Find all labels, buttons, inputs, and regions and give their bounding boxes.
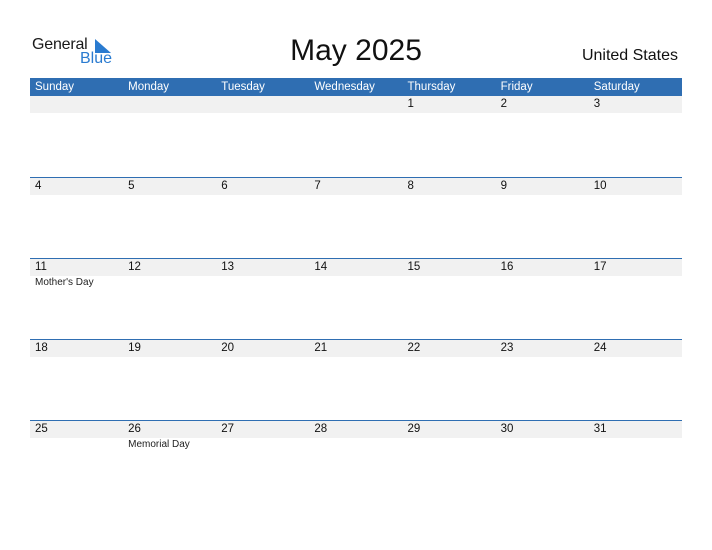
day-number: 15: [407, 261, 421, 273]
day-number: [309, 96, 402, 113]
day-number: [216, 96, 309, 113]
day-number: 14: [314, 261, 328, 273]
date-strip: 11 12 13 14 15 16 17: [30, 259, 682, 276]
day-number: 19: [128, 342, 141, 354]
holiday-label: [30, 438, 123, 451]
day-number: 3: [593, 98, 601, 110]
day-number: 30: [500, 423, 514, 435]
holiday-label: [216, 438, 309, 451]
week-separator: [30, 177, 682, 178]
holiday-label: Mother's Day: [35, 277, 94, 288]
day-number: 25: [35, 423, 48, 435]
weekday-monday: Monday: [128, 81, 170, 93]
week-row: 25 26 27 28 29 30 31 Memorial Day: [30, 420, 682, 502]
day-number: 17: [593, 261, 607, 273]
day-number: 4: [35, 180, 42, 192]
date-strip: 1 2 3: [30, 96, 682, 113]
day-number: [123, 96, 216, 113]
calendar-grid: Sunday Monday Tuesday Wednesday Thursday…: [30, 78, 682, 502]
day-number: 24: [593, 342, 607, 354]
holiday-label: [589, 276, 682, 289]
holiday-label: [403, 276, 496, 289]
weekday-saturday: Saturday: [593, 81, 640, 93]
week-row: 18 19 20 21 22 23 24: [30, 339, 682, 421]
day-number: 9: [500, 180, 508, 192]
day-number: 28: [314, 423, 328, 435]
date-strip: 25 26 27 28 29 30 31: [30, 421, 682, 438]
events-row: Mother's Day: [30, 276, 682, 289]
day-number: 31: [593, 423, 607, 435]
weekday-wednesday: Wednesday: [314, 81, 375, 93]
week-separator: [30, 420, 682, 421]
day-number: 23: [500, 342, 514, 354]
day-number: 7: [314, 180, 321, 192]
day-number: 8: [407, 180, 414, 192]
day-number: 10: [593, 180, 607, 192]
holiday-label: [589, 438, 682, 451]
events-row: Memorial Day: [30, 438, 682, 451]
day-number: 6: [221, 180, 228, 192]
country-label: United States: [581, 47, 678, 64]
weekday-sunday: Sunday: [35, 81, 75, 93]
date-strip: 4 5 6 7 8 9 10: [30, 178, 682, 195]
holiday-label: [216, 276, 309, 289]
date-strip: 18 19 20 21 22 23 24: [30, 340, 682, 357]
day-number: 5: [128, 180, 135, 192]
week-row: 11 12 13 14 15 16 17 Mother's Day: [30, 258, 682, 340]
day-number: 22: [407, 342, 421, 354]
weekday-header: Sunday Monday Tuesday Wednesday Thursday…: [30, 78, 682, 96]
day-number: [30, 96, 123, 113]
holiday-label: [309, 438, 402, 451]
day-number: 1: [407, 98, 414, 110]
day-number: 29: [407, 423, 421, 435]
day-number: 26: [128, 423, 141, 435]
week-separator: [30, 339, 682, 340]
holiday-label: [496, 438, 589, 451]
weekday-thursday: Thursday: [407, 81, 456, 93]
week-row: 4 5 6 7 8 9 10: [30, 177, 682, 259]
day-number: 2: [500, 98, 508, 110]
holiday-label: Memorial Day: [128, 439, 190, 450]
day-number: 21: [314, 342, 328, 354]
day-number: 13: [221, 261, 235, 273]
holiday-label: [403, 438, 496, 451]
holiday-label: [496, 276, 589, 289]
holiday-label: [123, 276, 216, 289]
day-number: 11: [35, 261, 47, 273]
weekday-tuesday: Tuesday: [221, 81, 265, 93]
weekday-friday: Friday: [500, 81, 533, 93]
week-separator: [30, 258, 682, 259]
day-number: 18: [35, 342, 48, 354]
week-row: 1 2 3: [30, 96, 682, 178]
day-number: 27: [221, 423, 235, 435]
day-number: 16: [500, 261, 514, 273]
holiday-label: [309, 276, 402, 289]
day-number: 12: [128, 261, 141, 273]
day-number: 20: [221, 342, 235, 354]
